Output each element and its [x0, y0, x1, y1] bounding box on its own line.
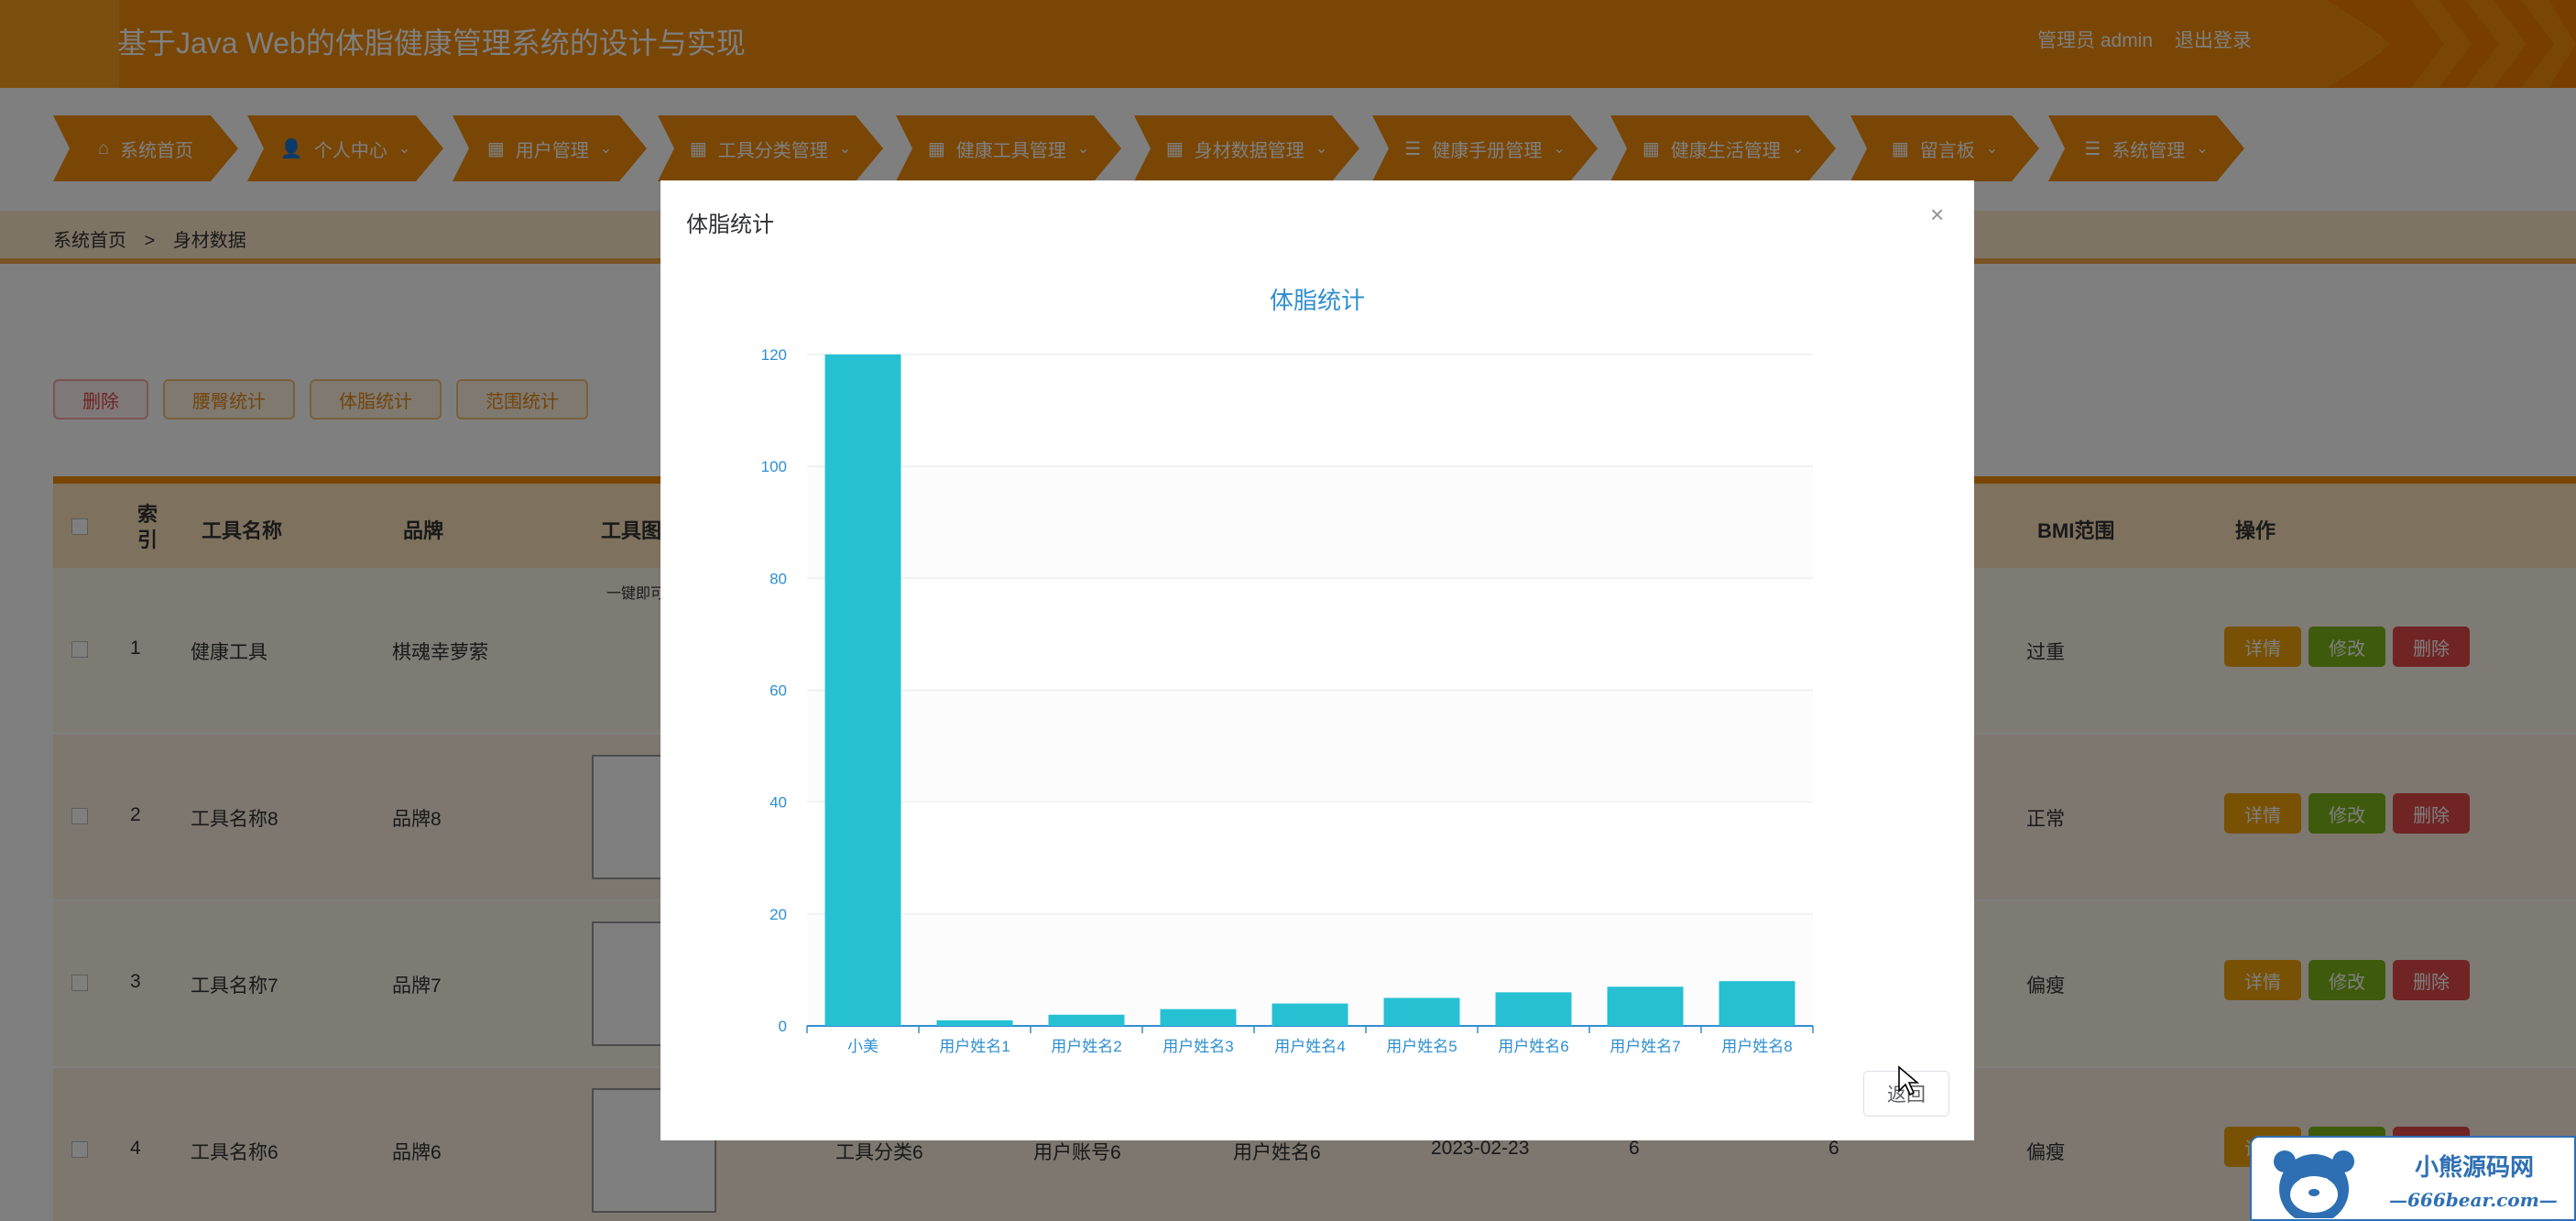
bar	[824, 354, 901, 1026]
bodyfat-bar-chart: 体脂统计 0 20 40 60 80 100 120 小美 用户姓名1 用户姓名2 用户姓名3 用户姓名…	[761, 287, 1814, 1055]
bar	[1607, 987, 1684, 1026]
chart-title: 体脂统计	[1270, 287, 1365, 314]
bar	[1272, 1003, 1348, 1026]
bar	[1383, 998, 1460, 1026]
grid-band	[807, 466, 1813, 579]
y-tick-label: 60	[770, 682, 787, 700]
bar	[1495, 992, 1572, 1026]
dialog-title: 体脂统计	[686, 213, 774, 237]
y-tick-label: 100	[761, 458, 787, 475]
x-tick-label: 用户姓名2	[1051, 1038, 1121, 1055]
bodyfat-stats-dialog: 体脂统计 × 体脂统计 0 20 40 60 80 100 120 小美 用户姓名1 用户姓名2 用户…	[660, 180, 1974, 1140]
x-tick-label: 用户姓名6	[1498, 1038, 1568, 1055]
grid-band	[807, 690, 1813, 802]
mouse-cursor-icon	[1898, 1065, 1919, 1096]
x-tick-label: 用户姓名7	[1610, 1038, 1680, 1055]
bar	[1160, 1008, 1237, 1026]
y-tick-label: 0	[779, 1018, 787, 1035]
x-tick-label: 用户姓名3	[1162, 1038, 1233, 1055]
x-tick-label: 用户姓名8	[1721, 1038, 1792, 1055]
bar	[1719, 981, 1796, 1026]
watermark-url: —666bear.com—	[2389, 1189, 2558, 1211]
y-tick-label: 40	[770, 794, 787, 812]
bar	[936, 1019, 1013, 1026]
close-icon[interactable]: ×	[1930, 201, 1944, 229]
x-tick-label: 用户姓名4	[1274, 1038, 1345, 1055]
x-tick-label: 用户姓名5	[1386, 1038, 1457, 1055]
bar	[1048, 1014, 1125, 1026]
y-tick-label: 20	[770, 906, 787, 923]
watermark-name: 小熊源码网	[2415, 1154, 2535, 1182]
bear-logo-icon	[2274, 1150, 2354, 1218]
y-tick-label: 120	[761, 346, 787, 364]
watermark: 小熊源码网 —666bear.com—	[2250, 1136, 2576, 1221]
y-tick-label: 80	[770, 570, 787, 587]
x-tick-label: 用户姓名1	[939, 1038, 1010, 1055]
x-tick-label: 小美	[847, 1038, 879, 1055]
